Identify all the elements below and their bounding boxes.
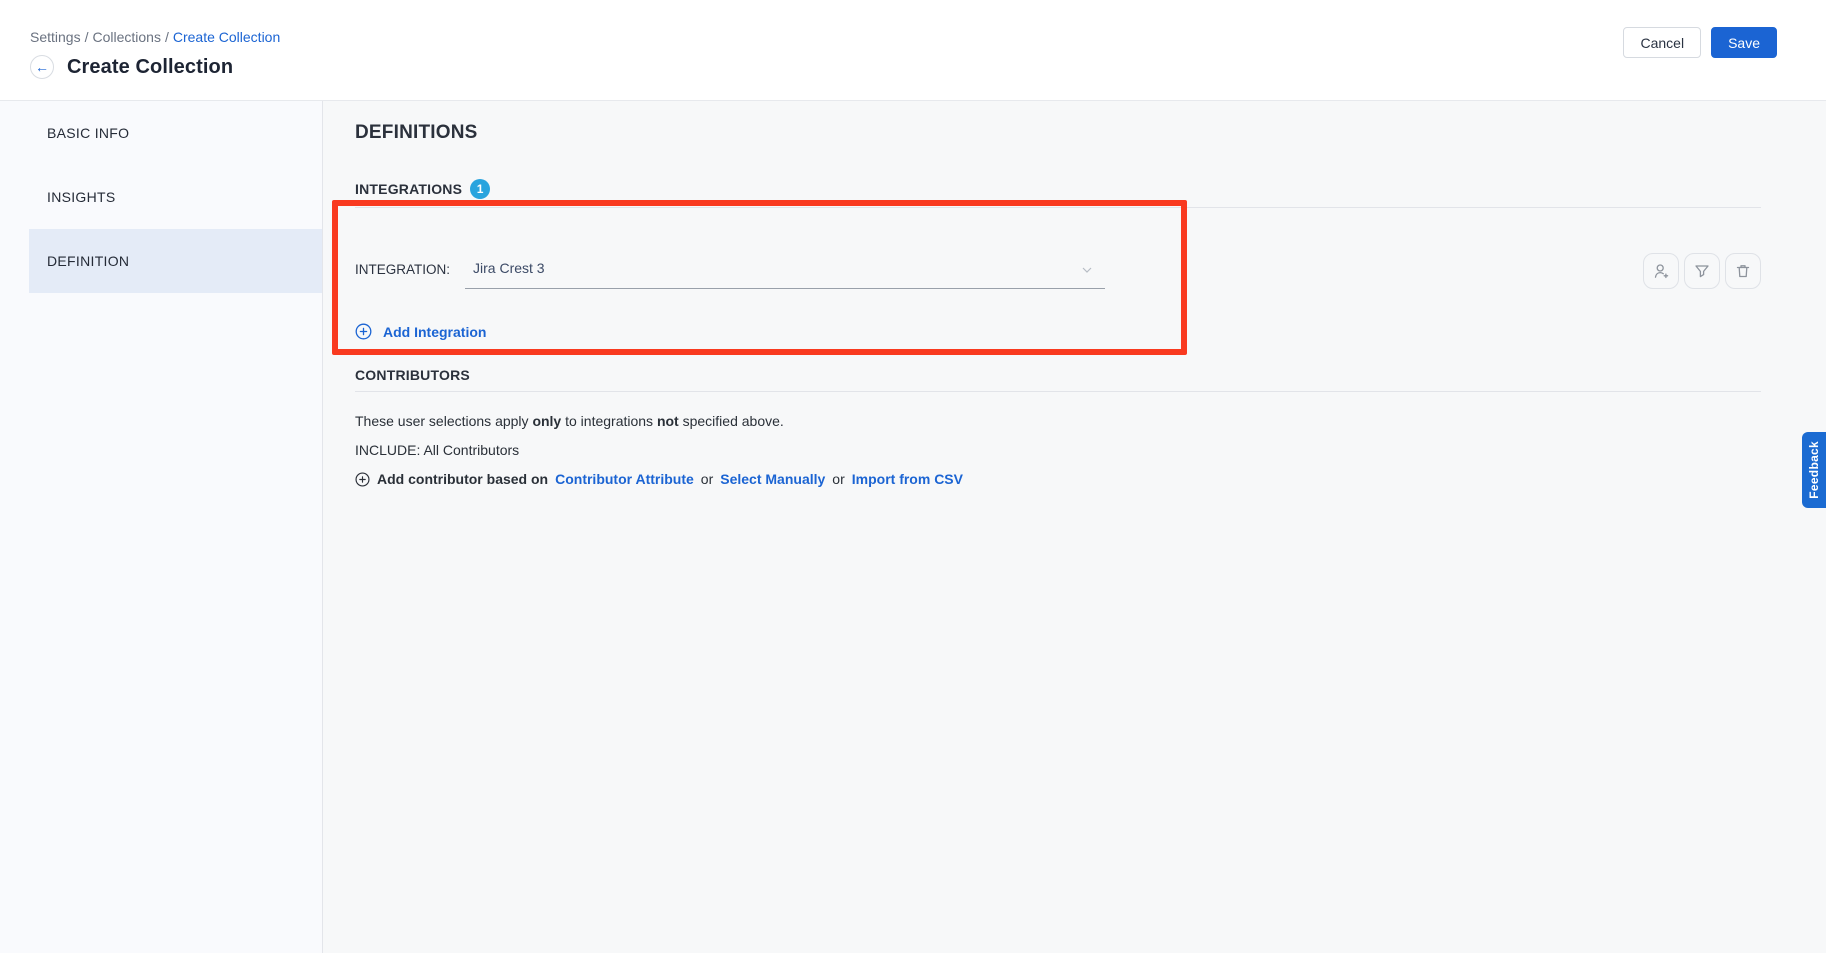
add-user-icon	[1651, 261, 1671, 281]
feedback-tab[interactable]: Feedback	[1802, 432, 1826, 508]
note-text: to integrations	[561, 413, 657, 429]
integration-select-value: Jira Crest 3	[473, 260, 545, 276]
add-integration-link[interactable]: Add Integration	[355, 323, 1761, 340]
plus-circle-icon	[355, 472, 370, 487]
title-row: ← Create Collection	[30, 55, 1826, 79]
definitions-heading: DEFINITIONS	[355, 122, 1761, 144]
save-button[interactable]: Save	[1711, 27, 1777, 58]
sidebar-item-insights[interactable]: INSIGHTS	[29, 165, 322, 229]
sidebar-nav: BASIC INFO INSIGHTS DEFINITION	[29, 101, 322, 293]
integration-row-actions	[1643, 253, 1761, 289]
feedback-tab-label: Feedback	[1807, 441, 1821, 499]
integration-field-label: INTEGRATION:	[355, 253, 450, 289]
sidebar-item-label: DEFINITION	[47, 253, 129, 269]
contributors-note: These user selections apply only to inte…	[355, 413, 1761, 429]
add-integration-label: Add Integration	[383, 324, 486, 340]
add-contributor-label: Add contributor based on	[377, 471, 548, 487]
arrow-left-icon: ←	[35, 56, 49, 78]
or-text: or	[832, 471, 844, 487]
add-contributor-row: Add contributor based on Contributor Att…	[355, 471, 1761, 487]
plus-circle-icon	[355, 323, 372, 340]
contributors-divider	[355, 391, 1761, 392]
add-user-button[interactable]	[1643, 253, 1679, 289]
select-manually-link[interactable]: Select Manually	[720, 471, 825, 487]
sidebar-item-basic-info[interactable]: BASIC INFO	[29, 101, 322, 165]
breadcrumb: Settings/Collections/Create Collection	[30, 29, 1826, 45]
breadcrumb-separator: /	[161, 29, 173, 45]
sidebar-item-label: BASIC INFO	[47, 125, 129, 141]
chevron-down-icon	[1079, 262, 1095, 278]
body-row: BASIC INFO INSIGHTS DEFINITION DEFINITIO…	[0, 101, 1826, 953]
breadcrumb-settings[interactable]: Settings	[30, 29, 81, 45]
filter-icon	[1692, 261, 1712, 281]
breadcrumb-separator: /	[81, 29, 93, 45]
import-from-csv-link[interactable]: Import from CSV	[852, 471, 963, 487]
integrations-section-header: INTEGRATIONS 1	[355, 179, 1761, 199]
or-text: or	[701, 471, 713, 487]
integrations-divider	[355, 207, 1761, 208]
page-header: Settings/Collections/Create Collection ←…	[0, 0, 1826, 101]
create-collection-page: Settings/Collections/Create Collection ←…	[0, 0, 1826, 953]
contributors-section-label: CONTRIBUTORS	[355, 367, 470, 383]
sidebar-item-definition[interactable]: DEFINITION	[29, 229, 322, 293]
integration-select[interactable]: Jira Crest 3	[465, 253, 1105, 289]
sidebar: BASIC INFO INSIGHTS DEFINITION	[0, 101, 323, 953]
note-text: specified above.	[679, 413, 784, 429]
include-line: INCLUDE: All Contributors	[355, 442, 1761, 458]
breadcrumb-collections[interactable]: Collections	[92, 29, 160, 45]
integrations-section-label: INTEGRATIONS	[355, 181, 462, 197]
integration-row: INTEGRATION: Jira Crest 3	[355, 253, 1761, 289]
sidebar-item-label: INSIGHTS	[47, 189, 116, 205]
cancel-button[interactable]: Cancel	[1623, 27, 1701, 58]
header-actions: Cancel Save	[1623, 27, 1777, 58]
main-content: DEFINITIONS INTEGRATIONS 1 INTEGRATION: …	[323, 101, 1826, 953]
row-spacer	[1105, 253, 1643, 289]
delete-button[interactable]	[1725, 253, 1761, 289]
note-text: These user selections apply	[355, 413, 532, 429]
contributor-attribute-link[interactable]: Contributor Attribute	[555, 471, 694, 487]
integrations-count-badge: 1	[470, 179, 490, 199]
contributors-section-header: CONTRIBUTORS	[355, 367, 1761, 383]
breadcrumb-create-collection[interactable]: Create Collection	[173, 29, 280, 45]
back-button[interactable]: ←	[30, 55, 54, 79]
trash-icon	[1733, 261, 1753, 281]
filter-button[interactable]	[1684, 253, 1720, 289]
page-title: Create Collection	[67, 56, 233, 79]
note-bold-only: only	[532, 413, 561, 429]
note-bold-not: not	[657, 413, 679, 429]
